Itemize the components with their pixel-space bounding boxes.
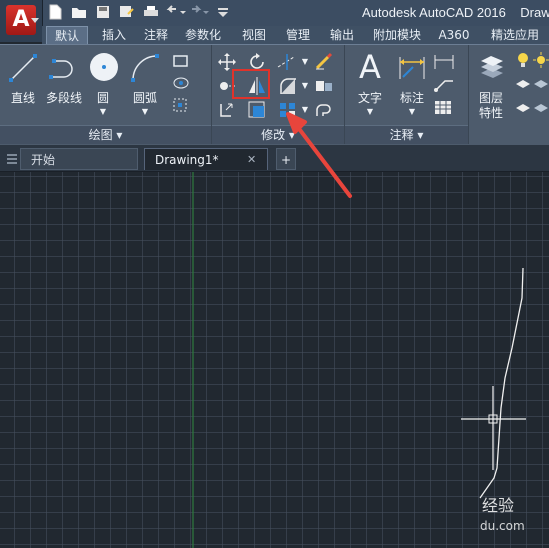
draw-panel-title[interactable]: 绘图 ▾ — [0, 125, 211, 144]
save-icon[interactable] — [92, 2, 114, 22]
window-title: Autodesk AutoCAD 2016 Draw — [362, 5, 549, 20]
polyline-icon[interactable] — [48, 53, 78, 83]
layer-off-icon[interactable] — [515, 99, 531, 115]
layer-tool-icon[interactable] — [515, 75, 531, 91]
array-icon[interactable] — [278, 101, 298, 119]
text-icon[interactable]: A — [355, 47, 385, 87]
tab-parametric[interactable]: 参数化 — [176, 26, 230, 44]
polyline-geometry — [479, 267, 524, 499]
leader-icon[interactable] — [433, 75, 457, 93]
tab-a360[interactable]: A360 — [434, 26, 474, 44]
tab-featured-apps[interactable]: 精选应用 — [484, 26, 546, 44]
new-icon[interactable] — [44, 2, 66, 22]
watermark: 经验 du.com — [480, 496, 525, 533]
line-icon[interactable] — [8, 53, 38, 83]
tab-drawing1-label: Drawing1* — [155, 153, 219, 167]
scale-icon[interactable] — [248, 101, 266, 119]
undo-icon[interactable] — [164, 2, 186, 22]
text-label: 文字 — [357, 91, 382, 105]
layers-panel: 图层 特性 — [469, 45, 549, 144]
rectangle-icon[interactable] — [172, 53, 190, 69]
print-icon[interactable] — [140, 2, 162, 22]
layer-properties-label: 图层 特性 — [478, 91, 503, 120]
tab-view[interactable]: 视图 — [234, 26, 274, 44]
saveas-icon[interactable] — [116, 2, 138, 22]
close-tab-icon[interactable]: ✕ — [247, 149, 256, 171]
dimension-label: 标注 — [399, 91, 424, 105]
circle-dropdown-icon[interactable]: ▼ — [96, 105, 110, 119]
tab-annotate[interactable]: 注释 — [136, 26, 176, 44]
text-dropdown-icon[interactable]: ▼ — [363, 105, 377, 119]
dimension-dropdown-icon[interactable]: ▼ — [405, 105, 419, 119]
document-tab-bar: 开始 Drawing1* ✕ + — [0, 145, 549, 172]
redo-icon[interactable] — [188, 2, 210, 22]
fillet-dropdown-icon[interactable]: ▼ — [300, 79, 310, 93]
tab-drawing1[interactable]: Drawing1* ✕ — [144, 148, 268, 170]
layer-iso-icon[interactable] — [533, 75, 549, 91]
sun-icon[interactable] — [533, 51, 549, 69]
dimension-icon[interactable] — [397, 53, 427, 83]
table-icon[interactable] — [433, 99, 457, 117]
circle-label: 圆 — [96, 91, 109, 105]
linear-dim-icon[interactable] — [433, 53, 457, 71]
explode-icon[interactable] — [314, 77, 334, 95]
trim-dropdown-icon[interactable]: ▼ — [300, 55, 310, 69]
customize-icon[interactable] — [212, 2, 234, 22]
lightbulb-icon[interactable] — [515, 51, 531, 69]
tab-insert[interactable]: 插入 — [94, 26, 134, 44]
tab-manage[interactable]: 管理 — [278, 26, 318, 44]
hatch-icon[interactable] — [172, 75, 190, 91]
array-dropdown-icon[interactable]: ▼ — [300, 103, 310, 117]
mirror-highlight-box — [232, 69, 270, 99]
region-icon[interactable] — [172, 97, 190, 113]
polyline-label: 多段线 — [45, 91, 82, 105]
offset-icon[interactable] — [314, 101, 334, 119]
modify-panel-title[interactable]: 修改 ▾ — [212, 125, 344, 144]
tab-addins[interactable]: 附加模块 — [368, 26, 426, 44]
ribbon: 直线 多段线 圆 ▼ 圆弧 ▼ 绘图 ▾ ▼ ▼ ▼ 修改 ▾ A 文字 ▼ 标… — [0, 44, 549, 145]
stretch-icon[interactable] — [218, 101, 238, 119]
arc-icon[interactable] — [130, 53, 160, 83]
tab-start[interactable]: 开始 — [20, 148, 138, 170]
drawing-canvas[interactable] — [0, 172, 549, 548]
erase-icon[interactable] — [314, 51, 334, 71]
new-tab-button[interactable]: + — [276, 148, 296, 170]
ribbon-tab-bar: 默认 插入 注释 参数化 视图 管理 输出 附加模块 A360 精选应用 — [42, 26, 549, 44]
open-icon[interactable] — [68, 2, 90, 22]
menu-icon[interactable] — [6, 153, 18, 165]
draw-panel: 直线 多段线 圆 ▼ 圆弧 ▼ 绘图 ▾ — [0, 45, 212, 144]
application-menu-button[interactable]: A — [0, 0, 43, 42]
annotation-panel: A 文字 ▼ 标注 ▼ 注释 ▾ — [345, 45, 469, 144]
canvas-overlay — [192, 172, 526, 548]
layer-properties-icon[interactable] — [477, 51, 507, 81]
annotation-panel-title[interactable]: 注释 ▾ — [345, 125, 468, 144]
tab-output[interactable]: 输出 — [322, 26, 362, 44]
fillet-icon[interactable] — [278, 77, 298, 95]
circle-icon[interactable] — [88, 51, 120, 83]
arc-label: 圆弧 — [132, 91, 157, 105]
chevron-down-icon — [31, 18, 39, 23]
layer-freeze-icon[interactable] — [533, 99, 549, 115]
quick-access-toolbar — [44, 2, 234, 24]
line-label: 直线 — [10, 91, 35, 105]
tab-default[interactable]: 默认 — [46, 26, 88, 44]
arc-dropdown-icon[interactable]: ▼ — [138, 105, 152, 119]
trim-icon[interactable] — [276, 53, 298, 71]
